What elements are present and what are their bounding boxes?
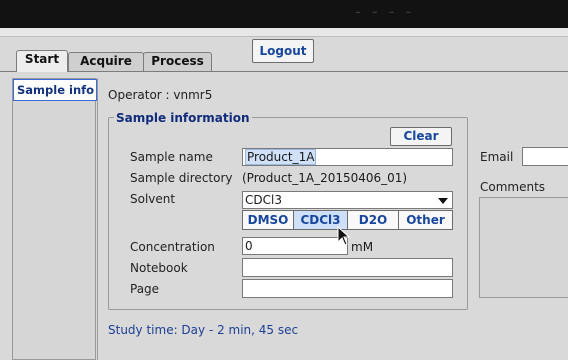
sample-directory-label: Sample directory: [130, 171, 233, 185]
clear-button[interactable]: Clear: [390, 127, 452, 146]
concentration-label: Concentration: [130, 240, 215, 254]
email-label: Email: [480, 150, 514, 164]
email-input[interactable]: [522, 147, 568, 166]
window-title-bar: - - - -: [0, 0, 568, 28]
notebook-input[interactable]: [242, 258, 453, 277]
sample-name-input[interactable]: Product_1A: [242, 148, 453, 166]
concentration-input[interactable]: 0: [242, 237, 348, 255]
operator-label: Operator : vnmr5: [108, 88, 213, 102]
sidebar: Sample info: [12, 78, 97, 360]
study-time-label: Study time: Day - 2 min, 45 sec: [108, 323, 299, 337]
solvent-select[interactable]: CDCl3: [242, 191, 453, 209]
sample-directory-value: (Product_1A_20150406_01): [242, 171, 408, 185]
tab-process[interactable]: Process: [143, 52, 212, 71]
concentration-unit: mM: [351, 240, 374, 254]
solvent-button-d2o[interactable]: D2O: [347, 210, 399, 230]
solvent-label: Solvent: [130, 192, 176, 206]
tab-divider: [0, 71, 568, 72]
sample-information-title: Sample information: [114, 111, 252, 125]
sample-name-label: Sample name: [130, 150, 213, 164]
tab-acquire[interactable]: Acquire: [68, 52, 144, 71]
page-input[interactable]: [242, 279, 453, 298]
notebook-label: Notebook: [130, 261, 188, 275]
solvent-button-dmso[interactable]: DMSO: [242, 210, 294, 230]
toolbar-strip: [0, 28, 568, 37]
solvent-selected-value: CDCl3: [245, 193, 282, 207]
mouse-pointer-icon: [337, 226, 351, 246]
comments-textarea[interactable]: [479, 197, 568, 298]
sample-name-value: Product_1A: [245, 149, 317, 165]
page-label: Page: [130, 282, 160, 296]
comments-label: Comments: [480, 180, 546, 194]
logout-button[interactable]: Logout: [252, 39, 314, 63]
solvent-button-other[interactable]: Other: [398, 210, 453, 230]
tab-start[interactable]: Start: [16, 50, 68, 72]
sidebar-item-sample-info[interactable]: Sample info: [13, 79, 97, 101]
chevron-down-icon[interactable]: [438, 198, 448, 204]
window-title: - - - -: [355, 2, 415, 21]
